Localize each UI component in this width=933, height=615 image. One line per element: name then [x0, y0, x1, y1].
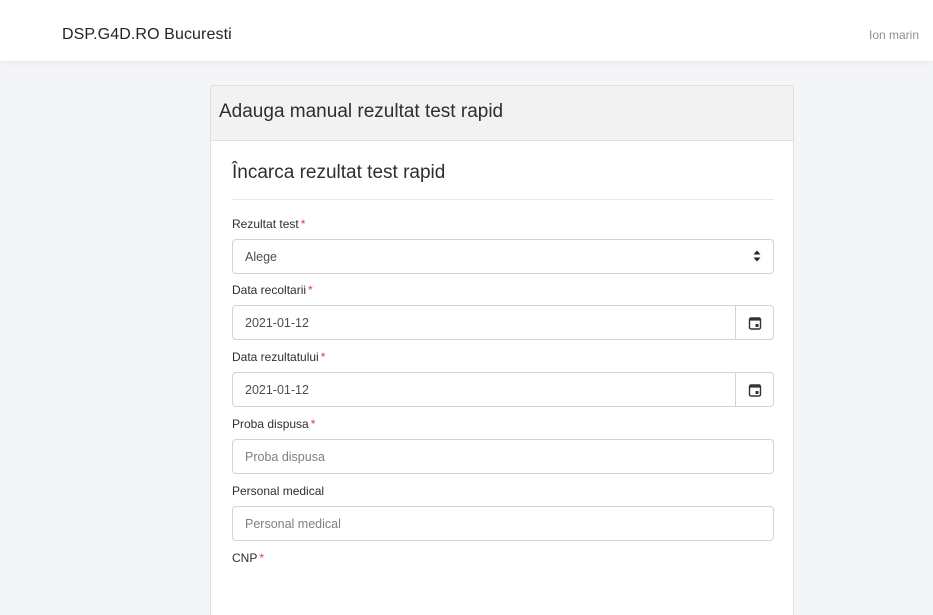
date-picker-button[interactable]: [735, 305, 773, 340]
calendar-icon: [748, 316, 761, 330]
required-mark: *: [320, 350, 326, 364]
cnp-label: CNP *: [232, 551, 265, 565]
personal-medical-input[interactable]: Personal medical: [232, 506, 774, 541]
data-rezultatului-label: Data rezultatului *: [232, 350, 326, 364]
select-caret-icon: [753, 250, 761, 262]
proba-dispusa-label: Proba dispusa *: [232, 417, 316, 431]
data-recoltarii-label: Data recoltarii *: [232, 283, 313, 297]
rezultat-test-label: Rezultat test *: [232, 217, 306, 231]
rezultat-test-select[interactable]: Alege: [232, 239, 774, 274]
data-rezultatului-input[interactable]: 2021-01-12: [232, 372, 774, 407]
required-mark: *: [300, 217, 306, 231]
card-body: Încarca rezultat test rapid Rezultat tes…: [211, 162, 793, 565]
proba-dispusa-input[interactable]: Proba dispusa: [232, 439, 774, 474]
date-picker-button[interactable]: [735, 372, 773, 407]
form-card: Adauga manual rezultat test rapid Încarc…: [210, 85, 794, 615]
proba-dispusa-placeholder: Proba dispusa: [245, 449, 325, 464]
rezultat-test-value: Alege: [245, 249, 277, 264]
section-title: Încarca rezultat test rapid: [232, 162, 774, 200]
calendar-icon: [748, 383, 761, 397]
data-recoltarii-value: 2021-01-12: [245, 315, 309, 330]
top-navbar: DSP.G4D.RO Bucuresti Ion marin: [0, 0, 933, 61]
brand-title[interactable]: DSP.G4D.RO Bucuresti: [62, 26, 232, 44]
required-mark: *: [308, 283, 313, 297]
required-mark: *: [310, 417, 316, 431]
personal-medical-placeholder: Personal medical: [245, 516, 341, 531]
data-rezultatului-value: 2021-01-12: [245, 382, 309, 397]
data-recoltarii-input[interactable]: 2021-01-12: [232, 305, 774, 340]
card-header: Adauga manual rezultat test rapid: [211, 86, 793, 141]
personal-medical-label: Personal medical: [232, 484, 325, 498]
user-menu[interactable]: Ion marin: [869, 28, 919, 42]
required-mark: *: [259, 551, 265, 565]
